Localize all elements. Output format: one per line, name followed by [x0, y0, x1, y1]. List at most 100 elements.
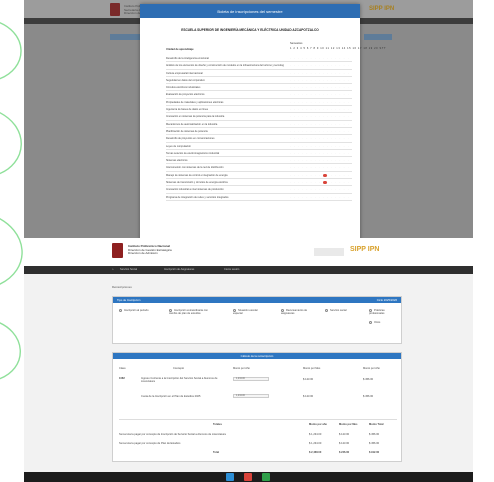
subject-name: Innovación en sistemas de potencia para …: [166, 115, 225, 119]
column-header: Clave: [119, 367, 126, 370]
subject-row: Desarrollo de proyectos en comunicacione…: [166, 135, 352, 143]
reenrollment-calculation-card: Cálculo de la reinscripción Clave Concep…: [112, 352, 402, 462]
semester-dots: · · · · · · · · · · · · · · · · ·: [290, 57, 352, 60]
screenshot-area: Instituto Politécnico Nacional Secretarí…: [24, 0, 473, 482]
card-title: Cálculo de la reinscripción: [240, 354, 274, 358]
column-header: Monto por Año: [233, 367, 250, 370]
subject-row: Temas selectos de electromagnetismo indu…: [166, 150, 352, 158]
totals-value: $ 456.00: [369, 433, 380, 436]
semester-dots: · · · · · · · · · · · · · · · · ·: [290, 195, 352, 199]
ipn-logo-icon: [112, 243, 123, 258]
semester-dots: · · · · · · · · · · · · · · · · ·: [290, 86, 352, 90]
totals-row-label: Suma total a pagar por concepto de Inscr…: [119, 433, 226, 436]
sipp-wordmark: [314, 248, 344, 256]
subject-column-header: Unidad de aprendizaje: [166, 48, 194, 51]
column-header: Monto por Mes: [303, 367, 321, 370]
row-month-amount: $ 123.00: [303, 378, 314, 381]
card-title: Tipo de Inscripción: [117, 298, 141, 302]
subject-row: Seguridad en datos del corporativo · · · …: [166, 77, 352, 85]
option-label: Servicio social: [330, 309, 347, 312]
totals-value: $ 1,234.00: [309, 433, 322, 436]
option-label: Recursamiento de asignaturas: [281, 309, 308, 316]
semester-dots: · · · · · · · · · · · · · · · · ·: [290, 93, 352, 97]
row-code: 1082: [119, 377, 125, 380]
subject-name: Evaluación de proyectos eléctricos: [166, 93, 205, 97]
row-year-amount: $ 456.00: [363, 378, 374, 381]
browser-taskbar-icon[interactable]: [226, 473, 234, 481]
row-concept: Ingreso Corriente a la Inscripción del S…: [141, 377, 218, 384]
totals-column: Monto por año: [309, 423, 328, 426]
semester-label: Semestres: [290, 42, 303, 45]
enrollment-modal: Boleta de inscripciones del semestre ESC…: [140, 4, 386, 262]
row-year-amount: $ 456.00: [363, 395, 374, 398]
amount-input[interactable]: 1,234.00: [233, 394, 269, 398]
row-month-amount: $ 123.00: [303, 395, 314, 398]
subject-row: Mecanismos de automatización en la indus…: [166, 121, 352, 128]
option-radio[interactable]: Inscripción extraordinaria con cambio de…: [169, 309, 209, 315]
option-radio[interactable]: Recursamiento de asignaturas: [281, 309, 311, 315]
failed-marker-icon: [323, 180, 327, 185]
logo-line: Dirección de Admisión: [128, 251, 158, 256]
totals-row-label: Suma total a pagar por concepto de Plan …: [119, 442, 181, 445]
breadcrumb: Reinscripciones: [112, 285, 132, 289]
subject-name: Análisis de los elementos de diseño y co…: [166, 64, 284, 68]
bottom-navbar: ⌂ Servicio Social Inscripción de Asignat…: [24, 266, 473, 274]
taskbar: [24, 472, 473, 482]
subject-name: Interconexión con sistemas de la red de …: [166, 166, 224, 170]
semester-dots: · · · · · · · · · · · · · · · · ·: [290, 64, 352, 68]
semester-dots: · · · · · · · · · · · · · · · · ·: [290, 188, 352, 192]
failed-marker-icon: [323, 173, 327, 178]
semester-dots: · · · · · · · · · · · · · · · · ·: [290, 71, 352, 75]
subject-row: Leyes de computación · · · · · · · · · · …: [166, 143, 352, 150]
option-radio[interactable]: Prácticas profesionales: [369, 309, 399, 315]
pdf-taskbar-icon[interactable]: [244, 473, 252, 481]
subject-row: Circuitos eléctricos industriales · · · ·…: [166, 84, 352, 92]
subject-row: Ingeniería de bases de datos en línea · ·…: [166, 106, 352, 114]
subject-name: Mecanismos de automatización en la indus…: [166, 122, 218, 126]
home-icon[interactable]: ⌂: [112, 268, 114, 271]
subject-row: Programa de integración de redes y servi…: [166, 194, 352, 201]
modal-title: Boleta de inscripciones del semestre: [140, 4, 360, 18]
option-radio[interactable]: Situación escolar especial: [233, 309, 267, 315]
grand-total-value: $ 912.00: [369, 451, 380, 454]
totals-header: Totales: [213, 423, 222, 426]
subject-row: Propiedades de materiales y aplicaciones…: [166, 99, 352, 107]
nav-link-social-service[interactable]: Servicio Social: [120, 268, 137, 271]
option-radio[interactable]: Servicio social: [325, 309, 355, 312]
subject-name: Sistemas de transmisión y circuitos de e…: [166, 181, 228, 185]
bottom-header: [24, 238, 473, 266]
subject-name: Leyes de computación: [166, 144, 192, 148]
semester-dots: · · · · · · · · · · · · · · · · ·: [290, 151, 352, 155]
subject-row: Interconexión con sistemas de la red de …: [166, 164, 352, 172]
spreadsheet-taskbar-icon[interactable]: [262, 473, 270, 481]
subject-name: Propiedades de materiales y aplicaciones…: [166, 100, 224, 104]
subject-name: Seguridad en datos del corporativo: [166, 78, 205, 82]
subject-row: Análisis de los elementos de diseño y co…: [166, 62, 352, 70]
amount-input[interactable]: 1,234.00: [233, 377, 269, 381]
grand-total-value: $ 2,468.00: [309, 451, 322, 454]
totals-value: $ 123.00: [339, 442, 350, 445]
semester-dots: · · · · · · · · · · · · · · · · ·: [290, 137, 352, 141]
nav-link-logout[interactable]: Cierre sesión: [224, 268, 239, 271]
semester-dots: · · · · · · · · · · · · · · · · ·: [290, 173, 352, 177]
subject-row: Sistemas de transmisión y circuitos de e…: [166, 179, 352, 187]
subject-name: Circuitos eléctricos industriales: [166, 86, 201, 90]
semester-dots: · · · · · · · · · · · · · · · · ·: [290, 78, 352, 82]
option-label: Situación escolar especial: [233, 309, 258, 316]
option-label: Inscripción extraordinaria con cambio de…: [169, 309, 208, 316]
sipp-badge: SIPP IPN: [369, 6, 395, 12]
semester-dots: · · · · · · · · · · · · · · · · ·: [290, 144, 352, 148]
option-radio[interactable]: Inscripción al periodo: [119, 309, 153, 312]
subject-name: Ingeniería de bases de datos en línea: [166, 108, 208, 112]
totals-value: $ 123.00: [339, 433, 350, 436]
subject-row: Sistemas eléctricos · · · · · · · · · · ·…: [166, 157, 352, 165]
semester-dots: · · · · · · · · · · · · · · · · ·: [290, 100, 352, 104]
subject-row: Innovación en sistemas de potencia para …: [166, 113, 352, 121]
nav-link-enrollment[interactable]: Inscripción de Asignaturas: [164, 268, 194, 271]
subject-row: Desarrollo de la inteligencia emocional ·…: [166, 55, 352, 63]
option-label: Otros: [374, 321, 381, 324]
grand-total-label: Total: [213, 451, 220, 454]
subject-list: Desarrollo de la inteligencia emocional ·…: [166, 55, 352, 201]
subject-name: Manejo de sistemas de control e integrac…: [166, 173, 228, 177]
option-radio[interactable]: Otros: [369, 321, 399, 324]
